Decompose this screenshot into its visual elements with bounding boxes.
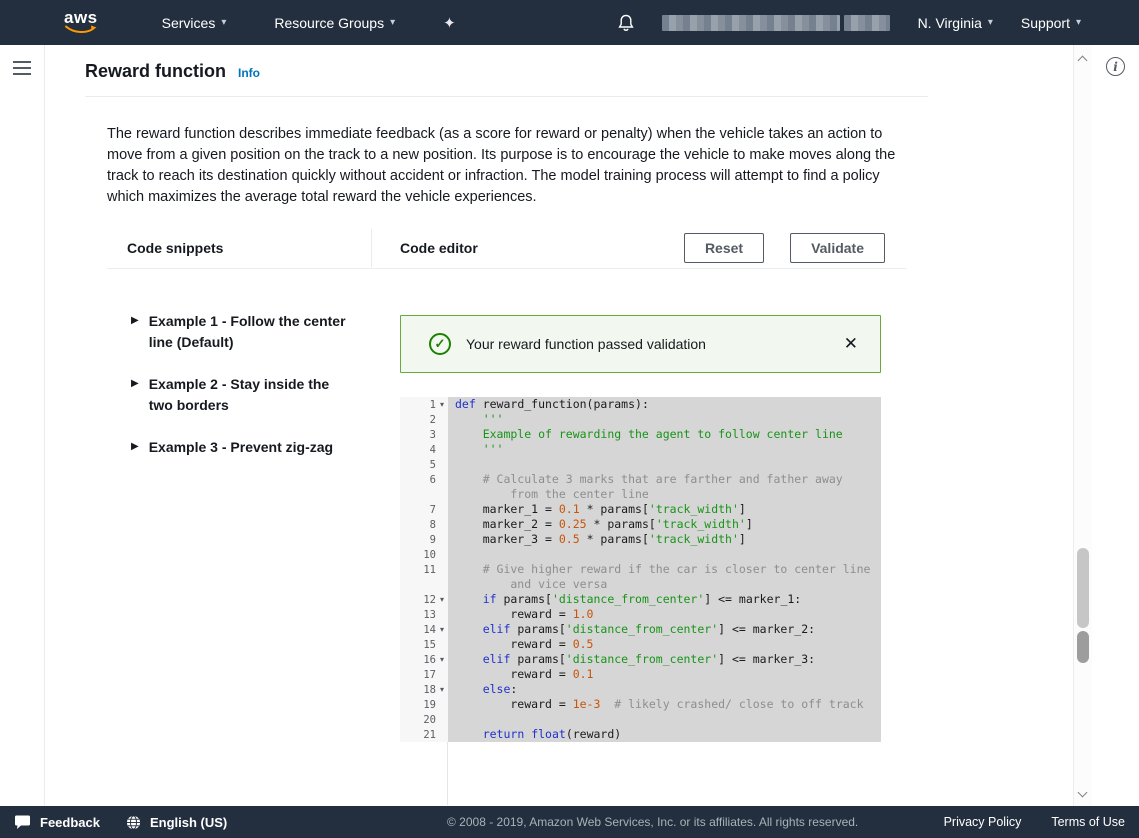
scrollbar-thumb-inner[interactable]: [1077, 631, 1089, 663]
expand-triangle-icon: ▶: [131, 311, 139, 353]
code-row: from the center line: [400, 487, 881, 502]
code-row: 17 reward = 0.1: [400, 667, 881, 682]
vertical-scrollbar[interactable]: [1073, 45, 1092, 806]
editor-filler: [400, 742, 881, 805]
globe-icon: [126, 815, 141, 830]
section-header: Code snippets Code editor Reset Validate: [85, 228, 928, 268]
expand-triangle-icon: ▶: [131, 437, 139, 458]
nav-services-label: Services: [162, 15, 216, 31]
feedback-label: Feedback: [40, 815, 100, 830]
left-sidebar-strip: [0, 45, 45, 806]
page-title: Reward function: [85, 61, 226, 82]
notifications-bell-icon[interactable]: [618, 14, 634, 32]
header-divider: [85, 96, 928, 97]
close-icon[interactable]: ✕: [840, 334, 862, 354]
chevron-down-icon: ▾: [988, 17, 993, 28]
info-icon[interactable]: i: [1106, 57, 1125, 76]
nav-region-label: N. Virginia: [918, 15, 982, 31]
redacted-block: [662, 15, 840, 31]
success-check-icon: ✓: [429, 333, 451, 355]
code-row: 14▾ elif params['distance_from_center'] …: [400, 622, 881, 637]
code-row: 6 # Calculate 3 marks that are farther a…: [400, 472, 881, 487]
terms-of-use-link[interactable]: Terms of Use: [1051, 815, 1125, 829]
language-selector[interactable]: English (US): [126, 815, 227, 830]
scroll-down-arrow-icon[interactable]: [1078, 788, 1088, 798]
code-row: 1▾def reward_function(params):: [400, 397, 881, 412]
main-area: Reward function Info The reward function…: [0, 45, 1139, 806]
code-row: 2 ''': [400, 412, 881, 427]
aws-smile-icon: [65, 25, 97, 34]
code-row: 16▾ elif params['distance_from_center'] …: [400, 652, 881, 667]
chevron-down-icon: ▾: [221, 17, 226, 28]
code-row: 18▾ else:: [400, 682, 881, 697]
nav-services-menu[interactable]: Services ▾: [162, 15, 227, 31]
speech-bubble-icon: [14, 815, 31, 830]
right-help-strip: i: [1092, 45, 1139, 806]
validate-button[interactable]: Validate: [790, 233, 885, 263]
privacy-policy-link[interactable]: Privacy Policy: [944, 815, 1022, 829]
scroll-up-arrow-icon[interactable]: [1078, 56, 1088, 66]
code-rows: 1▾def reward_function(params):2 '''3 Exa…: [400, 397, 881, 742]
code-row: 5: [400, 457, 881, 472]
code-row: 21 return float(reward): [400, 727, 881, 742]
code-row: 13 reward = 1.0: [400, 607, 881, 622]
example-label: Example 2 - Stay inside the two borders: [149, 374, 349, 416]
chevron-down-icon: ▾: [390, 17, 395, 28]
code-row: 7 marker_1 = 0.1 * params['track_width']: [400, 502, 881, 517]
language-label: English (US): [150, 815, 227, 830]
top-navigation-bar: aws Services ▾ Resource Groups ▾ ✦ N. Vi…: [0, 0, 1139, 45]
code-row: and vice versa: [400, 577, 881, 592]
page-header: Reward function Info: [85, 45, 928, 82]
nav-resource-groups-menu[interactable]: Resource Groups ▾: [274, 15, 395, 31]
hamburger-menu-icon[interactable]: [11, 59, 33, 806]
nav-resource-groups-label: Resource Groups: [274, 15, 384, 31]
reward-function-description: The reward function describes immediate …: [107, 124, 907, 208]
code-row: 8 marker_2 = 0.25 * params['track_width'…: [400, 517, 881, 532]
nav-support-label: Support: [1021, 15, 1070, 31]
aws-logo-text: aws: [64, 11, 98, 25]
nav-support-menu[interactable]: Support ▾: [1021, 15, 1081, 31]
validation-message: Your reward function passed validation: [466, 336, 706, 352]
validation-success-banner: ✓ Your reward function passed validation…: [400, 315, 881, 373]
code-row: 15 reward = 0.5: [400, 637, 881, 652]
redacted-block: [844, 15, 890, 31]
code-row: 11 # Give higher reward if the car is cl…: [400, 562, 881, 577]
aws-logo[interactable]: aws: [64, 11, 98, 34]
code-row: 10: [400, 547, 881, 562]
example-label: Example 1 - Follow the center line (Defa…: [149, 311, 349, 353]
code-row: 20: [400, 712, 881, 727]
snippet-example-1[interactable]: ▶ Example 1 - Follow the center line (De…: [131, 311, 361, 353]
info-link[interactable]: Info: [238, 66, 260, 80]
copyright-text: © 2008 - 2019, Amazon Web Services, Inc.…: [447, 815, 858, 829]
code-row: 19 reward = 1e-3 # likely crashed/ close…: [400, 697, 881, 712]
scrollbar-thumb[interactable]: [1077, 548, 1089, 628]
chevron-down-icon: ▾: [1076, 17, 1081, 28]
code-row: 12▾ if params['distance_from_center'] <=…: [400, 592, 881, 607]
feedback-button[interactable]: Feedback: [14, 815, 100, 830]
code-editor[interactable]: 1▾def reward_function(params):2 '''3 Exa…: [400, 397, 881, 805]
nav-region-menu[interactable]: N. Virginia ▾: [918, 15, 993, 31]
example-label: Example 3 - Prevent zig-zag: [149, 437, 349, 458]
expand-triangle-icon: ▶: [131, 374, 139, 416]
code-row: 4 ''': [400, 442, 881, 457]
page-content: Reward function Info The reward function…: [45, 45, 1073, 806]
snippet-example-2[interactable]: ▶ Example 2 - Stay inside the two border…: [131, 374, 361, 416]
footer-bar: Feedback English (US) © 2008 - 2019, Ama…: [0, 806, 1139, 838]
snippet-example-3[interactable]: ▶ Example 3 - Prevent zig-zag: [131, 437, 361, 458]
account-menu-redacted[interactable]: [662, 15, 890, 31]
code-row: 9 marker_3 = 0.5 * params['track_width']: [400, 532, 881, 547]
code-editor-heading: Code editor: [400, 240, 478, 256]
code-snippets-list: ▶ Example 1 - Follow the center line (De…: [85, 269, 371, 805]
code-snippets-heading: Code snippets: [85, 240, 371, 256]
code-section: Code snippets Code editor Reset Validate: [85, 228, 928, 805]
code-row: 3 Example of rewarding the agent to foll…: [400, 427, 881, 442]
reset-button[interactable]: Reset: [684, 233, 764, 263]
pin-favorites-icon[interactable]: ✦: [443, 14, 456, 32]
